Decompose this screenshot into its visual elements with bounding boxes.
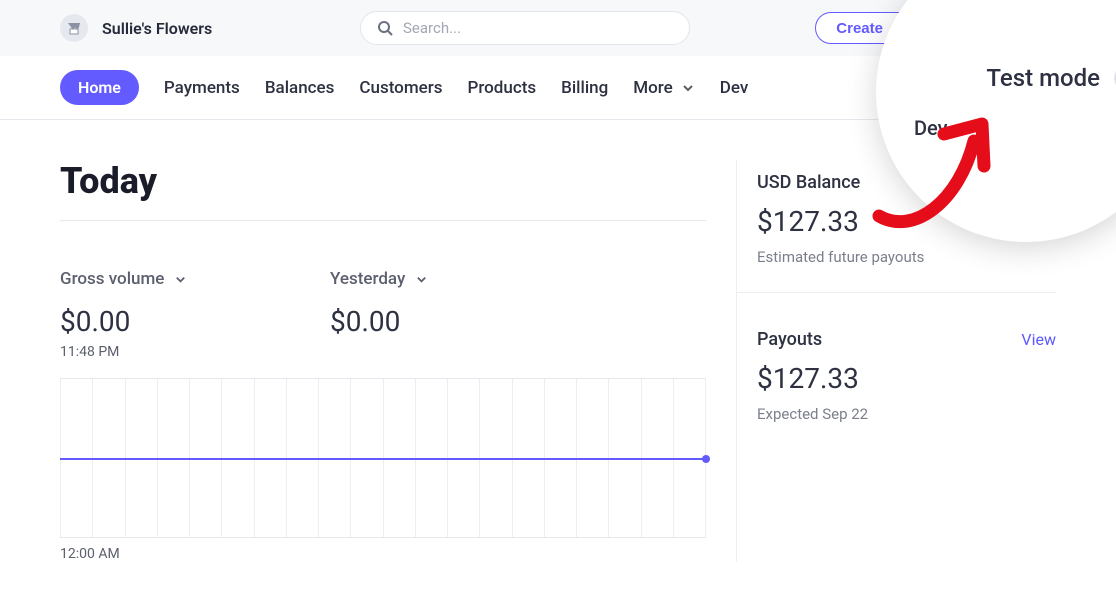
metric-gross-time: 11:48 PM (60, 344, 260, 360)
chevron-down-icon (174, 273, 187, 286)
metric-gross-dropdown[interactable]: Gross volume (60, 269, 260, 289)
payouts-sub: Expected Sep 22 (757, 405, 1056, 423)
nav-home[interactable]: Home (60, 70, 139, 105)
create-label: Create (836, 20, 883, 37)
test-mode-label: Test mode (986, 64, 1100, 92)
nav-billing[interactable]: Billing (561, 78, 608, 98)
nav-developers[interactable]: Dev (720, 78, 749, 98)
nav-payments[interactable]: Payments (164, 78, 240, 98)
chart-current-point (702, 455, 710, 463)
search-icon (377, 20, 393, 36)
metric-gross: Gross volume $0.00 11:48 PM (60, 269, 260, 360)
payouts-value: $127.33 (757, 362, 1056, 395)
payouts-card: Payouts View $127.33 Expected Sep 22 (737, 293, 1056, 449)
search-input[interactable]: Search... (360, 11, 690, 45)
nav-balances[interactable]: Balances (265, 78, 335, 98)
metric-yesterday-value: $0.00 (330, 305, 428, 338)
store-icon (60, 14, 88, 42)
balance-title: USD Balance (757, 172, 860, 193)
nav-more-label: More (633, 78, 672, 98)
metric-gross-title: Gross volume (60, 269, 164, 289)
metric-yesterday-dropdown[interactable]: Yesterday (330, 269, 428, 289)
chevron-down-icon (681, 81, 695, 95)
chart-series-line (60, 458, 706, 460)
chevron-down-icon (415, 273, 428, 286)
nav-products[interactable]: Products (468, 78, 537, 98)
page-title: Today (60, 160, 706, 221)
metric-yesterday-title: Yesterday (330, 269, 405, 289)
brand-name: Sullie's Flowers (102, 19, 212, 38)
chart-x-axis-label: 12:00 AM (60, 546, 706, 562)
search-placeholder: Search... (403, 19, 461, 37)
lens-nav-developers: Dev (914, 116, 948, 140)
metric-gross-value: $0.00 (60, 305, 260, 338)
nav-customers[interactable]: Customers (359, 78, 442, 98)
balance-sub: Estimated future payouts (757, 248, 1056, 266)
payouts-view-link[interactable]: View (1021, 330, 1056, 349)
nav-more[interactable]: More (633, 78, 694, 98)
metric-yesterday: Yesterday $0.00 (330, 269, 428, 360)
payouts-title: Payouts (757, 329, 822, 350)
volume-chart (60, 378, 706, 538)
